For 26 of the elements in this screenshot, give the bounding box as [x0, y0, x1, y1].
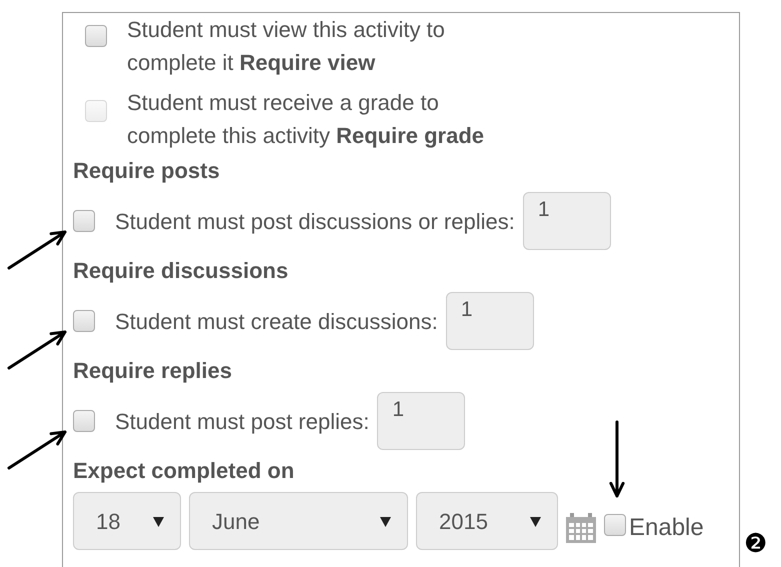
- checkbox-label: Enable: [629, 512, 704, 542]
- step-number: ❷: [744, 528, 767, 558]
- checkbox[interactable]: [73, 210, 95, 232]
- number-field[interactable]: 1: [377, 392, 466, 450]
- section-heading: Expect completed on: [73, 457, 296, 485]
- section-heading: Require replies: [73, 357, 233, 385]
- checkbox-label: Student must post replies:: [115, 408, 370, 436]
- checkbox[interactable]: [73, 310, 95, 332]
- caret-icon: [380, 516, 391, 526]
- option-label: Student must receive a grade to complete this activity Require grade: [127, 89, 486, 150]
- day-select[interactable]: 18: [73, 492, 181, 550]
- caret-icon: [530, 516, 541, 526]
- checkbox[interactable]: [73, 410, 95, 432]
- checkbox-label: Student must post discussions or replies:: [115, 208, 515, 236]
- year-select[interactable]: 2015: [416, 492, 558, 550]
- caret-icon: [153, 516, 164, 526]
- checkbox[interactable]: [85, 25, 107, 47]
- calendar-icon[interactable]: [566, 513, 596, 543]
- section-heading: Require discussions: [73, 257, 290, 285]
- month-select[interactable]: June: [189, 492, 408, 550]
- checkbox[interactable]: [604, 514, 626, 536]
- checkbox-label: Student must create discussions:: [115, 308, 438, 336]
- option-label: Student must view this activity to complete it Require view: [127, 16, 446, 77]
- number-field[interactable]: 1: [522, 192, 611, 250]
- section-heading: Require posts: [73, 157, 221, 185]
- number-field[interactable]: 1: [446, 292, 534, 350]
